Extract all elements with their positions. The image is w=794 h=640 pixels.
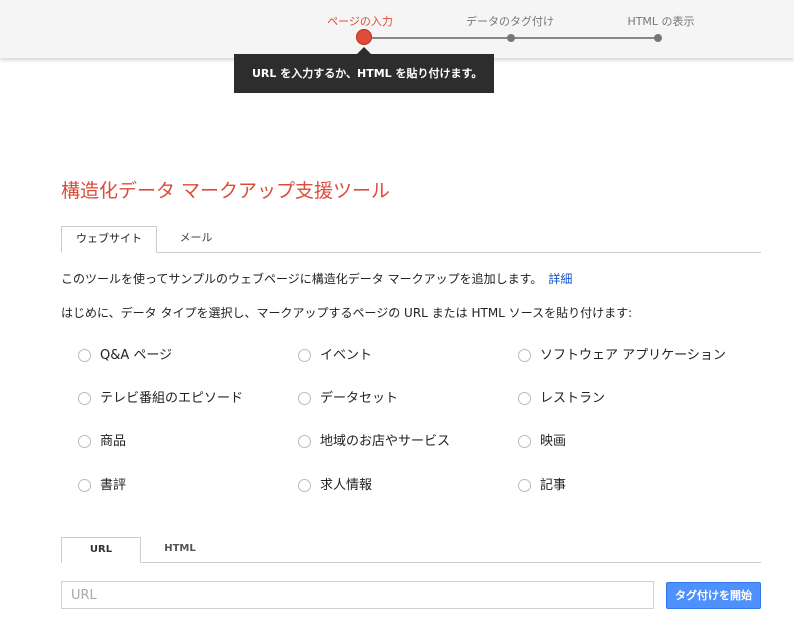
tab-url[interactable]: URL: [61, 537, 141, 563]
radio-dataset[interactable]: [298, 392, 311, 405]
option-label: Q&A ページ: [100, 348, 173, 363]
option-label: 地域のお店やサービス: [320, 434, 451, 449]
radio-article[interactable]: [518, 479, 531, 492]
option-label: テレビ番組のエピソード: [100, 391, 244, 406]
radio-product[interactable]: [78, 435, 91, 448]
step-label-input-page: ページの入力: [327, 15, 393, 28]
radio-local-business[interactable]: [298, 435, 311, 448]
option-label: イベント: [320, 348, 373, 363]
option-label: 記事: [540, 478, 567, 493]
radio-software-application[interactable]: [518, 349, 531, 362]
radio-restaurant[interactable]: [518, 392, 531, 405]
tab-email[interactable]: メール: [161, 226, 231, 252]
step-dot-tag-data: [507, 34, 515, 42]
option-label: 映画: [540, 434, 567, 449]
option-label: 書評: [100, 478, 127, 493]
step-tooltip: URL を入力するか、HTML を貼り付けます。: [234, 54, 494, 93]
option-label: ソフトウェア アプリケーション: [540, 348, 726, 363]
step-dot-view-html: [654, 34, 662, 42]
intro-text: このツールを使ってサンプルのウェブページに構造化データ マークアップを追加します…: [61, 270, 572, 287]
radio-tv-episode[interactable]: [78, 392, 91, 405]
tooltip-arrow: [357, 47, 371, 54]
input-tabs: URL HTML: [61, 537, 761, 563]
instruction-text: はじめに、データ タイプを選択し、マークアップするページの URL または HT…: [61, 306, 633, 320]
step-dot-active: [356, 29, 372, 45]
intro-description: このツールを使ってサンプルのウェブページに構造化データ マークアップを追加します…: [61, 272, 543, 286]
radio-event[interactable]: [298, 349, 311, 362]
page: ページの入力 データのタグ付け HTML の表示 URL を入力するか、HTML…: [0, 0, 794, 640]
url-input[interactable]: [61, 581, 654, 609]
radio-movie[interactable]: [518, 435, 531, 448]
page-title: 構造化データ マークアップ支援ツール: [61, 180, 391, 202]
option-label: レストラン: [540, 391, 606, 406]
source-tabs: ウェブサイト メール: [61, 226, 761, 253]
radio-job-posting[interactable]: [298, 479, 311, 492]
option-label: 求人情報: [320, 478, 373, 493]
start-tagging-button[interactable]: タグ付けを開始: [666, 582, 761, 609]
step-label-view-html: HTML の表示: [627, 15, 695, 28]
option-label: 商品: [100, 434, 127, 449]
radio-book-review[interactable]: [78, 479, 91, 492]
progress-stepper: ページの入力 データのタグ付け HTML の表示: [0, 0, 794, 58]
step-label-tag-data: データのタグ付け: [466, 15, 554, 28]
tab-html[interactable]: HTML: [143, 537, 217, 562]
radio-qa-page[interactable]: [78, 349, 91, 362]
option-label: データセット: [320, 391, 399, 406]
tab-website[interactable]: ウェブサイト: [61, 226, 157, 253]
details-link[interactable]: 詳細: [548, 272, 572, 286]
